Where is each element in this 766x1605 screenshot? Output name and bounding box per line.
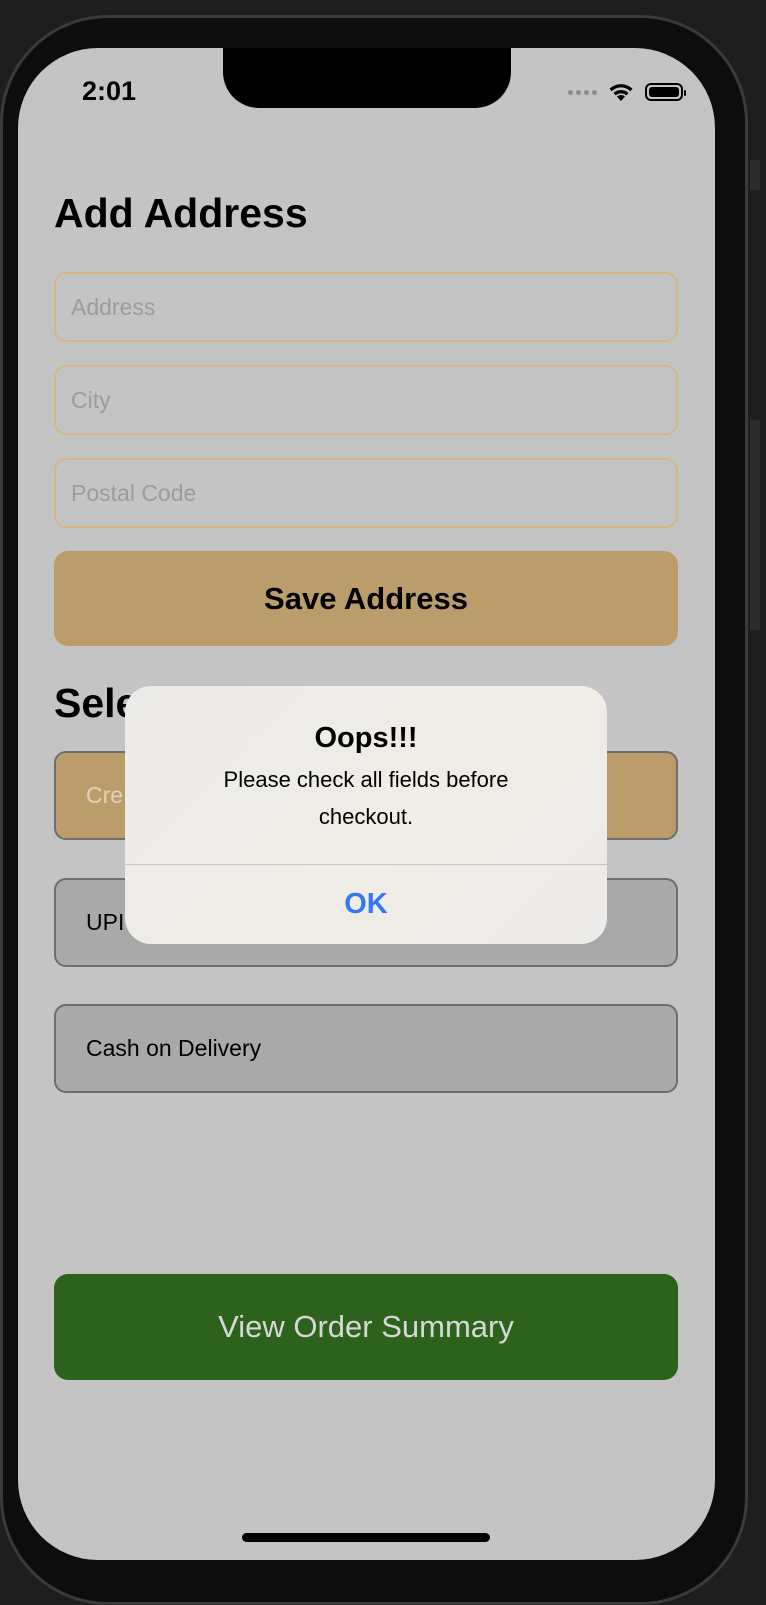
save-address-button[interactable]: Save Address [54,551,678,646]
alert-message: Please check all fields before checkout. [223,767,509,829]
address-field[interactable] [54,272,678,342]
app-screen: 2:01 Add Address Save Address Sele Cre U… [18,48,715,1560]
wifi-icon [609,84,633,101]
battery-icon [645,83,686,101]
mute-switch [750,160,760,190]
payment-option-label: Cash on Delivery [86,1035,262,1061]
alert-ok-button[interactable]: OK [125,865,607,944]
alert-title: Oops!!! [314,722,418,754]
cellular-signal-icon [568,89,597,95]
payment-option-label: Cre [86,782,124,808]
alert-dialog: Oops!!! Please check all fields before c… [125,686,607,944]
city-field[interactable] [54,365,678,435]
status-icons [568,81,686,103]
payment-option-label: UPI [86,909,125,935]
view-order-summary-button[interactable]: View Order Summary [54,1274,678,1380]
payment-option-cod[interactable]: Cash on Delivery [54,1004,678,1093]
page-title: Add Address [54,190,308,236]
postal-code-field[interactable] [54,458,678,528]
home-indicator[interactable] [242,1533,490,1542]
camera-notch [223,48,511,108]
status-time: 2:01 [82,76,137,106]
power-button [750,420,760,630]
